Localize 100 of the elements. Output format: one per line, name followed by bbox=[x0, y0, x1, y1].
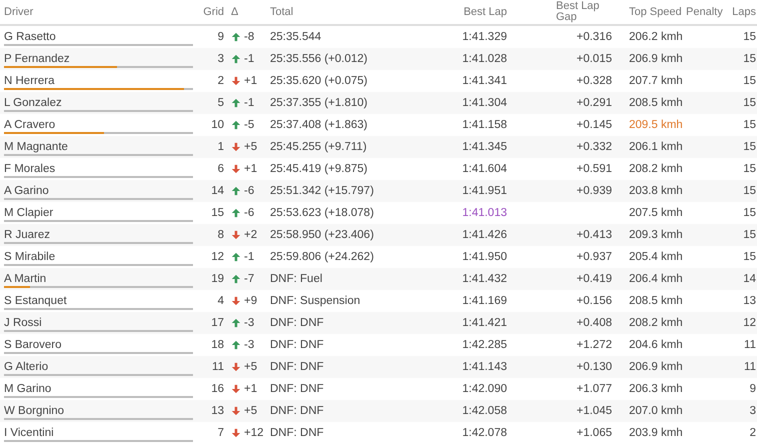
table-cell-text: DNF: DNF bbox=[269, 339, 324, 351]
table-cell-text: 25:37.355 (+1.810) bbox=[269, 97, 368, 109]
driver-name[interactable]: S Estanquet bbox=[4, 295, 67, 307]
driver-name[interactable]: N Herrera bbox=[4, 75, 54, 87]
table-cell: -6 bbox=[244, 207, 254, 219]
driver-name[interactable]: G Alterio bbox=[4, 361, 48, 373]
driver-name[interactable]: M Clapier bbox=[4, 207, 54, 219]
table-cell: 15 bbox=[743, 141, 756, 153]
table-row[interactable]: M Magnante 1 +5 25:45.255 (+9.711) 1:41.345 +0.332 206.1 kmh 15 bbox=[0, 136, 757, 158]
column-header[interactable]: Total bbox=[266, 6, 294, 18]
column-header[interactable]: Best Lap bbox=[464, 6, 507, 18]
column-header[interactable]: Top Speed bbox=[612, 6, 682, 18]
table-cell: 1:41.143 bbox=[462, 361, 507, 373]
column-header[interactable]: Δ bbox=[224, 6, 238, 18]
column-header[interactable]: Grid bbox=[203, 6, 224, 18]
table-cell-text: DNF: DNF bbox=[269, 427, 324, 439]
table-cell: +0.408 bbox=[576, 317, 612, 329]
table-cell: +0.145 bbox=[576, 119, 612, 131]
table-row[interactable]: A Garino 14 -6 25:51.342 (+15.797) 1:41.951 +0.939 203.8 kmh 15 bbox=[0, 180, 757, 202]
driver-name[interactable]: G Rasetto bbox=[4, 31, 56, 43]
table-cell: 15 bbox=[743, 75, 756, 87]
table-row[interactable]: J Rossi 17 -3 DNF: DNF 1:41.421 +0.408 208.2 kmh 12 bbox=[0, 312, 757, 334]
table-cell-text: 25:37.408 (+1.863) bbox=[269, 119, 368, 131]
table-cell: +1.272 bbox=[576, 339, 612, 351]
table-row[interactable]: P Fernandez 3 -1 25:35.556 (+0.012) 1:41.028 +0.015 206.9 kmh 15 bbox=[0, 48, 757, 70]
table-cell: 6 bbox=[218, 163, 224, 175]
driver-name[interactable]: W Borgnino bbox=[4, 405, 64, 417]
table-cell-text: 206.1 kmh bbox=[628, 141, 683, 153]
table-cell: 15 bbox=[743, 163, 756, 175]
table-row[interactable]: R Juarez 8 +2 25:58.950 (+23.406) 1:41.426 +0.413 209.3 kmh 15 bbox=[0, 224, 757, 246]
driver-name[interactable]: S Mirabile bbox=[4, 251, 56, 263]
table-cell: 15 bbox=[743, 31, 756, 43]
driver-name[interactable]: M Magnante bbox=[4, 141, 68, 153]
driver-name[interactable]: M Garino bbox=[4, 383, 52, 395]
table-cell-text: 203.8 kmh bbox=[628, 185, 683, 197]
table-cell: 1:41.432 bbox=[462, 273, 507, 285]
table-cell: 1:41.013 bbox=[462, 207, 507, 219]
column-header[interactable]: Penalty bbox=[686, 6, 723, 18]
table-cell: +0.156 bbox=[576, 295, 612, 307]
table-cell: 1:41.604 bbox=[462, 163, 507, 175]
table-cell: 8 bbox=[218, 229, 224, 241]
table-cell: 13 bbox=[743, 295, 756, 307]
table-cell: 15 bbox=[743, 251, 756, 263]
driver-name[interactable]: R Juarez bbox=[4, 229, 50, 241]
table-cell: 1:41.028 bbox=[462, 53, 507, 65]
table-cell: +5 bbox=[244, 405, 258, 417]
table-cell: 14 bbox=[211, 185, 224, 197]
table-cell: 14 bbox=[743, 273, 756, 285]
table-cell: 15 bbox=[743, 53, 756, 65]
table-cell: 2 bbox=[218, 75, 224, 87]
table-cell: 15 bbox=[743, 119, 756, 131]
table-cell: 11 bbox=[212, 361, 224, 373]
table-cell: 10 bbox=[211, 119, 224, 131]
table-cell: +1 bbox=[244, 163, 258, 175]
table-cell-text: 25:53.623 (+18.078) bbox=[269, 207, 374, 219]
column-header[interactable]: Best Lap Gap bbox=[556, 1, 612, 23]
table-cell: +1.077 bbox=[576, 383, 612, 395]
driver-name[interactable]: I Vicentini bbox=[4, 427, 54, 439]
table-row[interactable]: L Gonzalez 5 -1 25:37.355 (+1.810) 1:41.304 +0.291 208.5 kmh 15 bbox=[0, 92, 757, 114]
table-cell-text: 25:59.806 (+24.262) bbox=[269, 251, 374, 263]
table-cell: 9 bbox=[750, 383, 756, 395]
table-row[interactable]: G Alterio 11 +5 DNF: DNF 1:41.143 +0.130 206.9 kmh 11 bbox=[0, 356, 757, 378]
table-cell-text: 206.2 kmh bbox=[628, 31, 683, 43]
driver-name[interactable]: A Martin bbox=[4, 273, 46, 285]
table-cell-text: 206.9 kmh bbox=[628, 53, 683, 65]
driver-name[interactable]: L Gonzalez bbox=[4, 97, 62, 109]
table-cell-text: DNF: DNF bbox=[269, 317, 324, 329]
table-cell-text: 206.3 kmh bbox=[628, 383, 683, 395]
driver-name[interactable]: F Morales bbox=[4, 163, 56, 175]
table-cell: 15 bbox=[743, 229, 756, 241]
table-cell: 17 bbox=[211, 317, 224, 329]
table-cell-text: 206.4 kmh bbox=[628, 273, 683, 285]
table-cell: 1:42.090 bbox=[462, 383, 507, 395]
table-cell: +1 bbox=[244, 383, 258, 395]
table-cell: +1 bbox=[244, 75, 258, 87]
table-cell: 15 bbox=[743, 97, 756, 109]
table-cell: 1:41.158 bbox=[462, 119, 507, 131]
table-cell-text: 207.0 kmh bbox=[628, 405, 683, 417]
table-cell: 12 bbox=[211, 251, 224, 263]
driver-name[interactable]: S Barovero bbox=[4, 339, 62, 351]
driver-name[interactable]: A Garino bbox=[4, 185, 49, 197]
driver-name[interactable]: P Fernandez bbox=[4, 53, 70, 65]
table-cell: +0.316 bbox=[576, 31, 612, 43]
column-header[interactable]: Driver bbox=[4, 6, 34, 18]
table-cell: +1.065 bbox=[576, 427, 612, 439]
table-row[interactable]: A Martin 19 -7 DNF: Fuel 1:41.432 +0.419 206.4 kmh 14 bbox=[0, 268, 757, 290]
table-cell-text: 209.5 kmh bbox=[628, 119, 683, 131]
table-cell: 2 bbox=[750, 427, 756, 439]
table-cell: +0.591 bbox=[576, 163, 612, 175]
table-cell: 11 bbox=[744, 339, 756, 351]
table-cell-text: 208.2 kmh bbox=[628, 317, 683, 329]
table-cell-text: 25:45.255 (+9.711) bbox=[269, 141, 367, 153]
table-cell: 1:41.421 bbox=[462, 317, 507, 329]
table-cell: 3 bbox=[750, 405, 756, 417]
driver-name[interactable]: J Rossi bbox=[4, 317, 42, 329]
table-row[interactable]: W Borgnino 13 +5 DNF: DNF 1:42.058 +1.045 207.0 kmh 3 bbox=[0, 400, 757, 422]
table-cell-text: 206.9 kmh bbox=[628, 361, 683, 373]
column-header[interactable]: Laps bbox=[732, 6, 756, 18]
table-cell: 4 bbox=[218, 295, 224, 307]
driver-name[interactable]: A Cravero bbox=[4, 119, 56, 131]
